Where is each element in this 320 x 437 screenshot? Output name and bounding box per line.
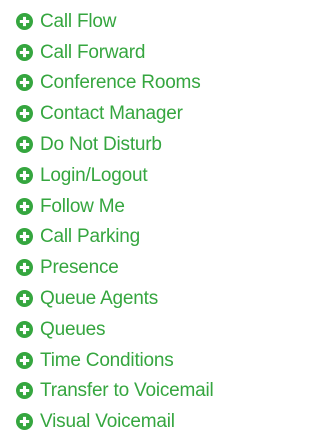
feature-label[interactable]: Call Forward — [40, 43, 145, 62]
feature-item[interactable]: Contact Manager — [16, 98, 214, 129]
plus-circle-icon[interactable] — [16, 166, 33, 184]
feature-label[interactable]: Call Flow — [40, 12, 117, 31]
plus-circle-icon[interactable] — [16, 351, 33, 369]
feature-label[interactable]: Queues — [40, 320, 106, 339]
feature-item[interactable]: Queues — [16, 314, 214, 345]
feature-label[interactable]: Do Not Disturb — [40, 135, 162, 154]
feature-label[interactable]: Time Conditions — [40, 351, 174, 370]
feature-label[interactable]: Follow Me — [40, 197, 125, 216]
feature-label[interactable]: Conference Rooms — [40, 73, 201, 92]
plus-circle-icon[interactable] — [16, 413, 33, 431]
plus-circle-icon[interactable] — [16, 290, 33, 308]
feature-item[interactable]: Call Forward — [16, 37, 214, 68]
plus-circle-icon[interactable] — [16, 197, 33, 215]
feature-item[interactable]: Transfer to Voicemail — [16, 376, 214, 407]
feature-label[interactable]: Call Parking — [40, 227, 140, 246]
feature-item[interactable]: Queue Agents — [16, 283, 214, 314]
feature-label[interactable]: Transfer to Voicemail — [40, 381, 214, 400]
feature-list: Call Flow Call Forward Conference Rooms Con… — [16, 6, 214, 437]
plus-circle-icon[interactable] — [16, 259, 33, 277]
feature-item[interactable]: Follow Me — [16, 191, 214, 222]
plus-circle-icon[interactable] — [16, 43, 33, 61]
feature-item[interactable]: Conference Rooms — [16, 68, 214, 99]
feature-label[interactable]: Presence — [40, 258, 119, 277]
feature-item[interactable]: Do Not Disturb — [16, 129, 214, 160]
feature-label[interactable]: Contact Manager — [40, 104, 183, 123]
feature-item[interactable]: Time Conditions — [16, 345, 214, 376]
feature-item[interactable]: Call Flow — [16, 6, 214, 37]
plus-circle-icon[interactable] — [16, 320, 33, 338]
feature-item[interactable]: Call Parking — [16, 222, 214, 253]
plus-circle-icon[interactable] — [16, 228, 33, 246]
feature-label[interactable]: Visual Voicemail — [40, 412, 175, 431]
feature-label[interactable]: Login/Logout — [40, 166, 148, 185]
plus-circle-icon[interactable] — [16, 12, 33, 30]
plus-circle-icon[interactable] — [16, 105, 33, 123]
feature-item[interactable]: Login/Logout — [16, 160, 214, 191]
plus-circle-icon[interactable] — [16, 382, 33, 400]
feature-label[interactable]: Queue Agents — [40, 289, 158, 308]
plus-circle-icon[interactable] — [16, 136, 33, 154]
plus-circle-icon[interactable] — [16, 74, 33, 92]
feature-item[interactable]: Presence — [16, 252, 214, 283]
feature-item[interactable]: Visual Voicemail — [16, 406, 214, 437]
